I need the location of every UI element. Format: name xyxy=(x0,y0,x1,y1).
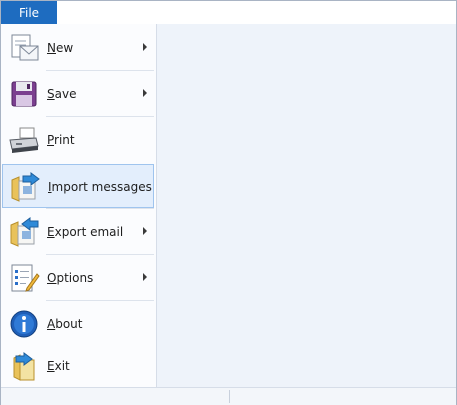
export-folder-icon xyxy=(10,217,39,247)
menu-item-label: Import messages xyxy=(48,180,152,194)
menu-item-label: Options xyxy=(47,271,94,285)
options-checklist-icon xyxy=(11,264,40,292)
printer-icon xyxy=(9,127,39,153)
import-folder-icon xyxy=(11,172,40,202)
menu-item-label: New xyxy=(47,41,74,55)
menu-divider xyxy=(46,116,154,117)
floppy-disk-icon xyxy=(11,81,37,107)
menu-item-import-messages[interactable]: Import messages xyxy=(2,164,154,208)
menu-item-label: Export email xyxy=(47,225,124,239)
ribbon-tab-bar: File xyxy=(1,1,456,24)
menu-divider xyxy=(46,254,154,255)
file-tab[interactable]: File xyxy=(1,1,57,24)
application-window: File New Save Print Import messages Expo… xyxy=(0,0,457,405)
menu-item-label: Save xyxy=(47,87,77,101)
submenu-arrow-icon xyxy=(143,89,147,97)
content-area xyxy=(157,24,456,387)
file-menu-pane: New Save Print Import messages Export em… xyxy=(1,24,157,387)
info-icon xyxy=(10,310,38,338)
menu-divider xyxy=(46,208,154,209)
new-document-icon xyxy=(11,34,39,61)
submenu-arrow-icon xyxy=(143,43,147,51)
menu-item-options[interactable]: Options xyxy=(2,256,154,300)
status-bar-separator xyxy=(229,390,230,403)
menu-item-export-email[interactable]: Export email xyxy=(2,210,154,254)
menu-item-label: Exit xyxy=(47,359,70,373)
menu-item-about[interactable]: About xyxy=(2,302,154,346)
menu-item-label: Print xyxy=(47,133,75,147)
submenu-arrow-icon xyxy=(143,273,147,281)
menu-item-save[interactable]: Save xyxy=(2,72,154,116)
menu-item-label: About xyxy=(47,317,83,331)
menu-item-exit[interactable]: Exit xyxy=(2,344,154,388)
menu-item-print[interactable]: Print xyxy=(2,118,154,162)
menu-divider xyxy=(46,70,154,71)
menu-item-new[interactable]: New xyxy=(2,26,154,70)
submenu-arrow-icon xyxy=(143,227,147,235)
exit-folder-icon xyxy=(13,352,35,381)
status-bar xyxy=(1,387,456,405)
menu-divider xyxy=(46,300,154,301)
